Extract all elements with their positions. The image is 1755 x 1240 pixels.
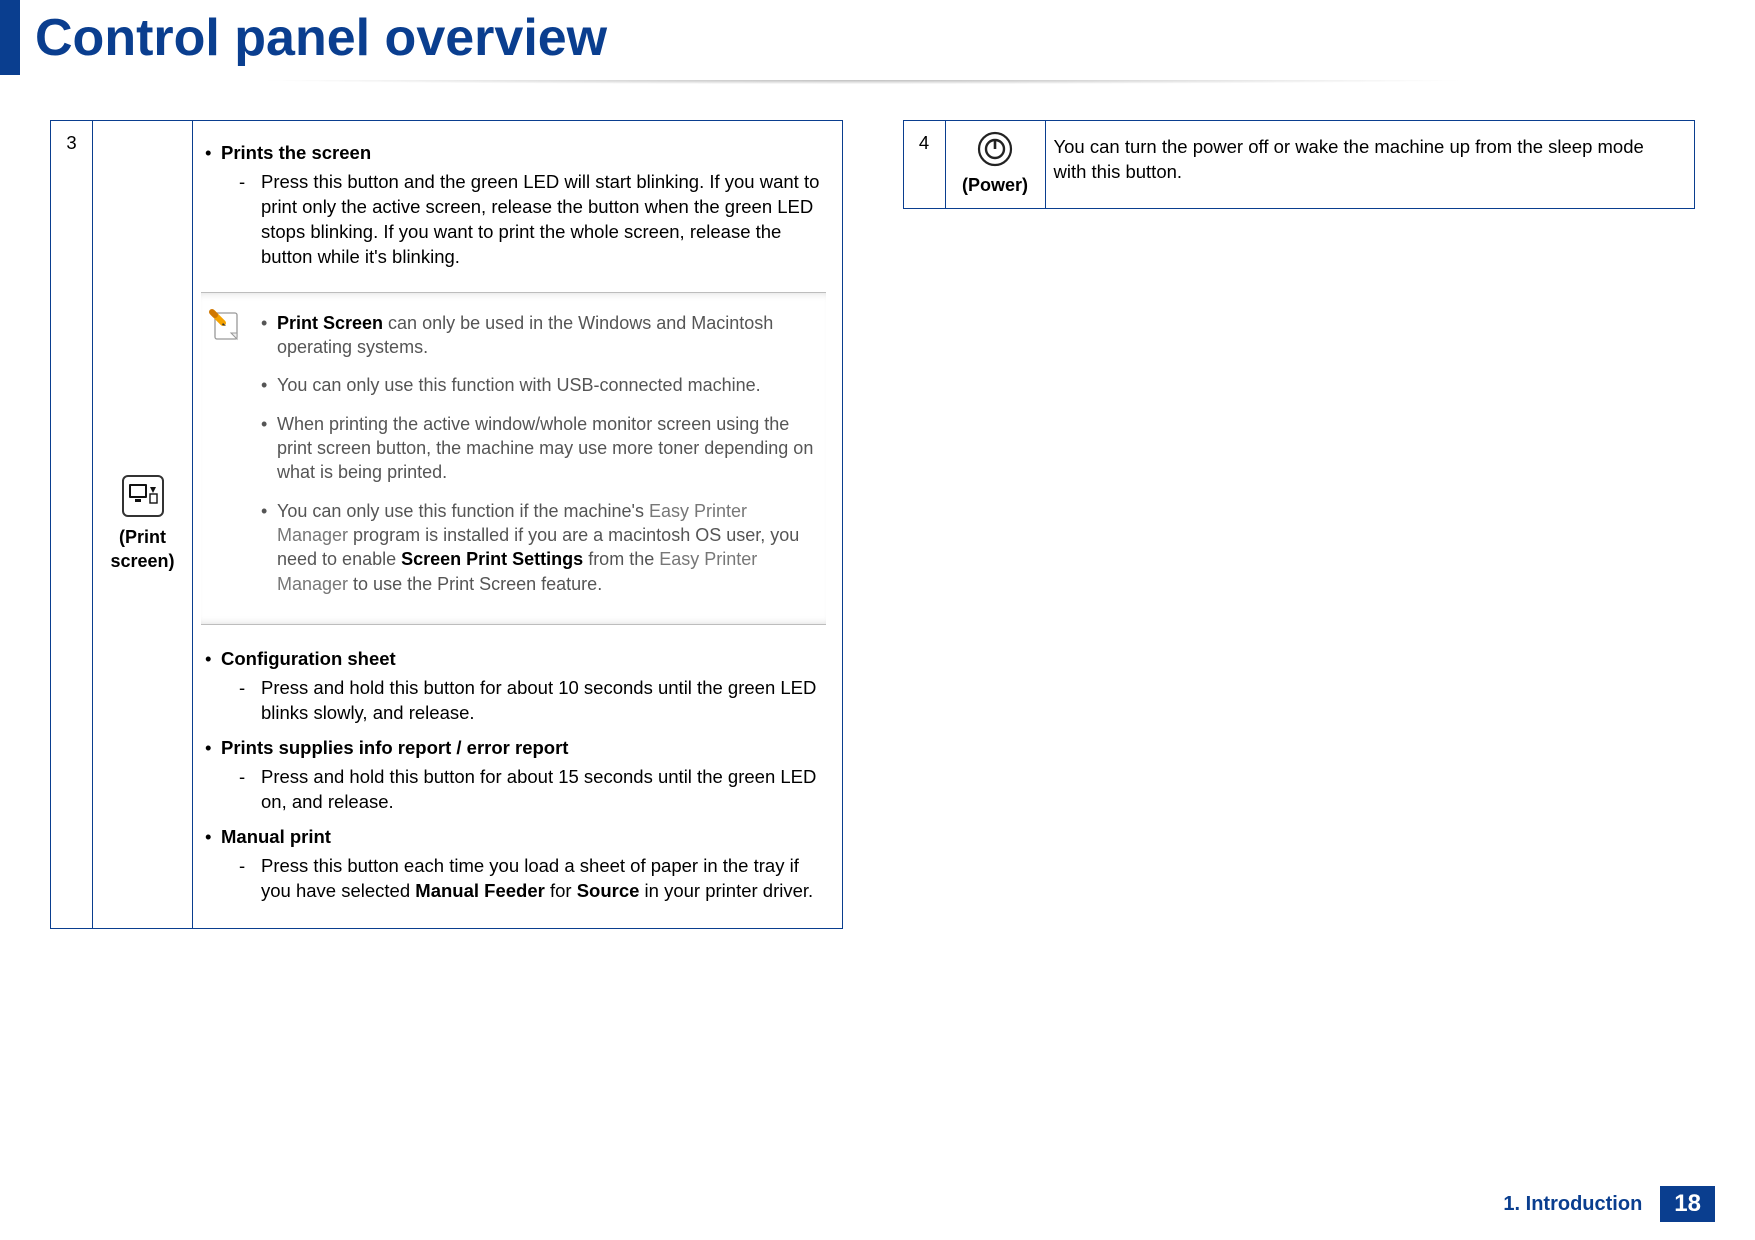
note-item-4: You can only use this function if the ma… (257, 499, 818, 596)
left-column: 3 (Print screen) (50, 120, 843, 929)
page-number: 18 (1660, 1186, 1715, 1222)
item-detail: Press this button and the green LED will… (235, 170, 826, 270)
row-number: 4 (903, 121, 945, 209)
note-item-3: When printing the active window/whole mo… (257, 412, 818, 485)
print-screen-label: (Print screen) (110, 527, 174, 571)
right-column: 4 (Power) You can turn the power off or … (903, 120, 1696, 929)
item-configuration-sheet: Configuration sheet Press and hold this … (201, 647, 826, 726)
page-footer: 1. Introduction 18 (1503, 1186, 1715, 1222)
item-detail: Press and hold this button for about 15 … (235, 765, 826, 815)
item-prints-the-screen: Prints the screen Press this button and … (201, 141, 826, 270)
control-panel-table-row-3: 3 (Print screen) (50, 120, 843, 929)
header-divider (0, 80, 1725, 90)
item-detail: Press and hold this button for about 10 … (235, 676, 826, 726)
power-label: (Power) (962, 175, 1028, 195)
item-manual-print: Manual print Press this button each time… (201, 825, 826, 904)
note-item-1: Print Screen can only be used in the Win… (257, 311, 818, 360)
power-icon (977, 151, 1013, 171)
header-accent-bar (0, 0, 20, 75)
item-title: Configuration sheet (221, 648, 396, 669)
note-box: Print Screen can only be used in the Win… (201, 292, 826, 625)
note-icon (209, 309, 243, 350)
note-list: Print Screen can only be used in the Win… (257, 305, 818, 610)
item-title: Prints the screen (221, 142, 371, 163)
print-screen-icon (122, 475, 164, 517)
item-detail: Press this button each time you load a s… (235, 854, 826, 904)
power-icon-cell: (Power) (945, 121, 1045, 209)
note-item-2: You can only use this function with USB-… (257, 373, 818, 397)
control-panel-table-row-4: 4 (Power) You can turn the power off or … (903, 120, 1696, 209)
page-title: Control panel overview (0, 0, 1755, 80)
power-description: You can turn the power off or wake the m… (1045, 121, 1695, 209)
content-columns: 3 (Print screen) (0, 90, 1755, 929)
print-screen-description: Prints the screen Press this button and … (193, 121, 843, 929)
chapter-label: 1. Introduction (1503, 1193, 1660, 1216)
item-title: Manual print (221, 826, 331, 847)
page-header: Control panel overview (0, 0, 1755, 90)
row-number: 3 (51, 121, 93, 929)
print-screen-icon-cell: (Print screen) (93, 121, 193, 929)
item-title: Prints supplies info report / error repo… (221, 737, 568, 758)
item-supplies-info-report: Prints supplies info report / error repo… (201, 736, 826, 815)
